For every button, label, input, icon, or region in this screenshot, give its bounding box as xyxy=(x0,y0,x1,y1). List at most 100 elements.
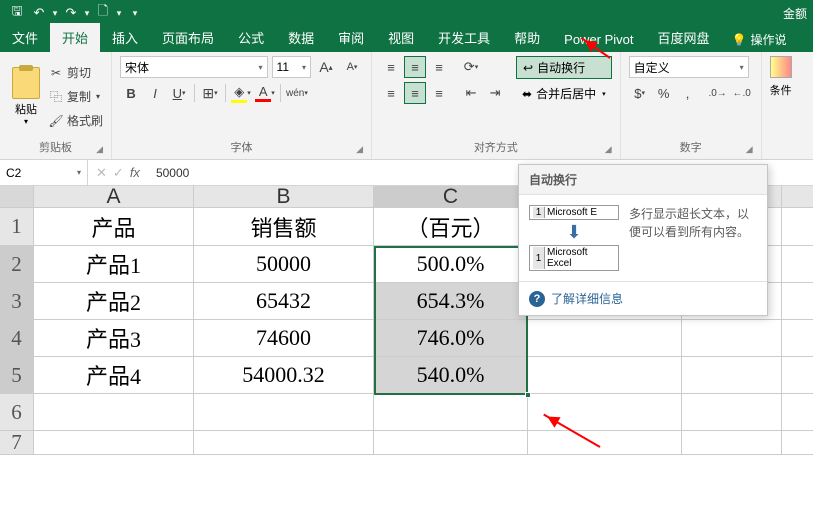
number-launcher-icon[interactable]: ◢ xyxy=(746,144,753,155)
merge-center-button[interactable]: ⬌合并后居中▾ xyxy=(516,83,612,104)
cut-button[interactable]: ✂剪切 xyxy=(48,62,103,84)
enter-formula-icon[interactable]: ✓ xyxy=(113,165,124,181)
cell-D4[interactable] xyxy=(528,320,682,356)
tab-help[interactable]: 帮助 xyxy=(502,23,552,52)
tooltip-more-info-link[interactable]: ? 了解详细信息 xyxy=(519,281,767,315)
font-launcher-icon[interactable]: ◢ xyxy=(356,144,363,155)
decrease-decimal-button[interactable]: ←.0 xyxy=(731,82,753,104)
decrease-indent-button[interactable]: ⇤ xyxy=(460,82,482,104)
tab-file[interactable]: 文件 xyxy=(0,23,50,52)
increase-decimal-button[interactable]: .0→ xyxy=(707,82,729,104)
font-name-select[interactable]: 宋体▾ xyxy=(120,56,268,78)
cell-B6[interactable] xyxy=(194,394,374,430)
align-bottom-button[interactable]: ≡ xyxy=(428,56,450,78)
orientation-button[interactable]: ⟳▾ xyxy=(460,56,482,78)
row-header-5[interactable]: 5 xyxy=(0,357,34,393)
col-header-C[interactable]: C xyxy=(374,186,528,207)
cell-A4[interactable]: 产品3 xyxy=(34,320,194,356)
redo-icon[interactable]: ↷ xyxy=(60,2,82,24)
save-icon[interactable]: 🖫 xyxy=(6,2,28,24)
comma-format-button[interactable]: , xyxy=(677,82,699,104)
cell-C3[interactable]: 654.3% xyxy=(374,283,528,319)
qat-customize[interactable]: ▾ xyxy=(130,2,140,24)
tab-page-layout[interactable]: 页面布局 xyxy=(150,23,226,52)
cell-A6[interactable] xyxy=(34,394,194,430)
underline-button[interactable]: U▾ xyxy=(168,82,190,104)
row-header-4[interactable]: 4 xyxy=(0,320,34,356)
number-format-select[interactable]: 自定义▾ xyxy=(629,56,749,78)
cell-E7[interactable] xyxy=(682,431,782,454)
align-top-button[interactable]: ≡ xyxy=(380,56,402,78)
col-header-B[interactable]: B xyxy=(194,186,374,207)
italic-button[interactable]: I xyxy=(144,82,166,104)
cell-A5[interactable]: 产品4 xyxy=(34,357,194,393)
cell-D7[interactable] xyxy=(528,431,682,454)
undo-dropdown[interactable]: ▾ xyxy=(50,2,60,24)
tab-baidu[interactable]: 百度网盘 xyxy=(646,23,722,52)
percent-format-button[interactable]: % xyxy=(653,82,675,104)
cell-B4[interactable]: 74600 xyxy=(194,320,374,356)
bold-button[interactable]: B xyxy=(120,82,142,104)
cell-E5[interactable] xyxy=(682,357,782,393)
conditional-format-icon[interactable] xyxy=(770,56,792,78)
cell-C2[interactable]: 500.0% xyxy=(374,246,528,282)
cell-B1[interactable]: 销售额 xyxy=(194,208,374,245)
row-header-7[interactable]: 7 xyxy=(0,431,34,454)
row-header-1[interactable]: 1 xyxy=(0,208,34,245)
fill-handle[interactable] xyxy=(525,392,531,398)
tab-review[interactable]: 审阅 xyxy=(326,23,376,52)
decrease-font-button[interactable]: A▾ xyxy=(341,56,363,78)
cell-C4[interactable]: 746.0% xyxy=(374,320,528,356)
row-header-2[interactable]: 2 xyxy=(0,246,34,282)
row-header-6[interactable]: 6 xyxy=(0,394,34,430)
alignment-launcher-icon[interactable]: ◢ xyxy=(605,144,612,155)
cell-B7[interactable] xyxy=(194,431,374,454)
align-right-button[interactable]: ≡ xyxy=(428,82,450,104)
fill-color-button[interactable]: ◈▾ xyxy=(230,82,252,104)
cell-A7[interactable] xyxy=(34,431,194,454)
tell-me[interactable]: 操作说 xyxy=(751,31,787,48)
preview-dropdown[interactable]: ▾ xyxy=(114,2,124,24)
tab-home[interactable]: 开始 xyxy=(50,23,100,52)
insert-function-button[interactable]: fx xyxy=(130,165,140,180)
cell-E6[interactable] xyxy=(682,394,782,430)
paste-button[interactable]: 粘贴 ▾ xyxy=(8,67,44,126)
tab-data[interactable]: 数据 xyxy=(276,23,326,52)
align-middle-button[interactable]: ≡ xyxy=(404,56,426,78)
cancel-formula-icon[interactable]: ✕ xyxy=(96,165,107,181)
col-header-A[interactable]: A xyxy=(34,186,194,207)
preview-icon[interactable]: 🗋 xyxy=(92,2,114,24)
cell-B3[interactable]: 65432 xyxy=(194,283,374,319)
borders-button[interactable]: ⊞▾ xyxy=(199,82,221,104)
cell-C6[interactable] xyxy=(374,394,528,430)
accounting-format-button[interactable]: $▾ xyxy=(629,82,651,104)
cell-B2[interactable]: 50000 xyxy=(194,246,374,282)
tab-view[interactable]: 视图 xyxy=(376,23,426,52)
increase-indent-button[interactable]: ⇥ xyxy=(484,82,506,104)
redo-dropdown[interactable]: ▾ xyxy=(82,2,92,24)
cell-C7[interactable] xyxy=(374,431,528,454)
cell-A3[interactable]: 产品2 xyxy=(34,283,194,319)
cell-A2[interactable]: 产品1 xyxy=(34,246,194,282)
select-all-corner[interactable] xyxy=(0,186,34,207)
copy-button[interactable]: ⿻复制▾ xyxy=(48,86,103,108)
font-size-select[interactable]: 11▾ xyxy=(272,56,311,78)
name-box[interactable]: C2▾ xyxy=(0,160,88,185)
cell-B5[interactable]: 54000.32 xyxy=(194,357,374,393)
cell-A1[interactable]: 产品 xyxy=(34,208,194,245)
cell-C5[interactable]: 540.0% xyxy=(374,357,528,393)
font-color-button[interactable]: A▾ xyxy=(254,82,276,104)
wrap-text-button[interactable]: ↩自动换行 xyxy=(516,56,612,79)
tab-formulas[interactable]: 公式 xyxy=(226,23,276,52)
align-left-button[interactable]: ≡ xyxy=(380,82,402,104)
cell-D5[interactable] xyxy=(528,357,682,393)
cell-C1[interactable]: （百元） xyxy=(374,208,528,245)
row-header-3[interactable]: 3 xyxy=(0,283,34,319)
cell-E4[interactable] xyxy=(682,320,782,356)
increase-font-button[interactable]: A▴ xyxy=(315,56,337,78)
tab-developer[interactable]: 开发工具 xyxy=(426,23,502,52)
clipboard-launcher-icon[interactable]: ◢ xyxy=(96,144,103,155)
align-center-button[interactable]: ≡ xyxy=(404,82,426,104)
tab-insert[interactable]: 插入 xyxy=(100,23,150,52)
undo-icon[interactable]: ↶ xyxy=(28,2,50,24)
